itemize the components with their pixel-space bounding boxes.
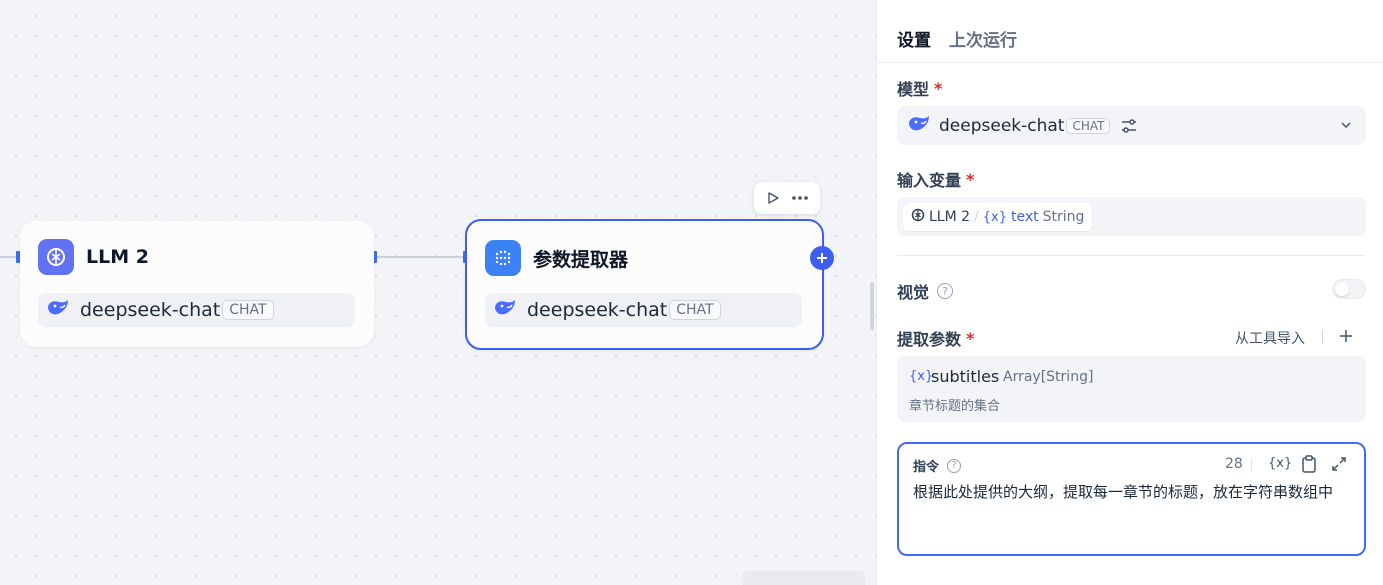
edge-llm-to-extractor[interactable] [376, 256, 466, 258]
tab-settings[interactable]: 设置 [897, 26, 931, 51]
variable-separator: / [974, 209, 979, 225]
model-name: deepseek-chat [80, 299, 221, 321]
plus-icon [817, 253, 827, 263]
toolbar-divider [1251, 458, 1252, 472]
instruction-label: 指令 ? [913, 456, 962, 475]
vision-toggle[interactable] [1332, 279, 1366, 299]
variable-icon: {x} [982, 209, 1008, 225]
help-icon[interactable]: ? [937, 283, 954, 299]
input-variable-label-text: 输入变量 [897, 171, 962, 190]
instruction-editor[interactable]: 指令 ? 28 {x} 根据此处提供的大纲，提取每一章节的标题，放在字符串数组中 [897, 442, 1366, 556]
llm-node[interactable]: LLM 2 deepseek-chat CHAT [20, 221, 374, 347]
node-model: deepseek-chat CHAT [485, 293, 802, 327]
add-next-node-button[interactable] [810, 246, 834, 270]
variable-icon: {x} [909, 369, 934, 384]
instruction-label-text: 指令 [913, 460, 940, 475]
clipboard-icon[interactable] [1301, 455, 1317, 473]
play-icon[interactable] [766, 191, 780, 205]
input-variable-select[interactable]: LLM 2 / {x} text String [897, 197, 1366, 236]
node-settings-panel: 设置 上次运行 模型 * deepseek-chat CHAT 输入变量 * LLM… [876, 0, 1383, 585]
vision-label-text: 视觉 [897, 283, 930, 302]
model-select[interactable]: deepseek-chat CHAT [897, 106, 1366, 145]
model-label-text: 模型 [897, 80, 930, 99]
chevron-down-icon[interactable] [1340, 119, 1352, 131]
tabs-divider [877, 62, 1383, 63]
extract-params-label-text: 提取参数 [897, 330, 962, 349]
mode-badge: CHAT [1066, 117, 1111, 134]
workflow-canvas[interactable]: LLM 2 deepseek-chat CHAT 参数提取器 deepseek-… [0, 0, 876, 585]
input-variable-label: 输入变量 * [897, 167, 974, 191]
node-model: deepseek-chat CHAT [38, 293, 355, 327]
minimap[interactable] [743, 571, 865, 585]
variable-node-name: LLM 2 [929, 209, 971, 225]
param-name: subtitles [931, 367, 1000, 386]
required-mark: * [966, 328, 975, 348]
deepseek-icon [907, 114, 931, 138]
char-count: 28 [1225, 456, 1243, 472]
panel-resize-handle[interactable] [870, 282, 874, 330]
import-from-tool-button[interactable]: 从工具导入 [1235, 328, 1305, 348]
instruction-text[interactable]: 根据此处提供的大纲，提取每一章节的标题，放在字符串数组中 [913, 480, 1343, 505]
expand-icon[interactable] [1331, 456, 1347, 472]
model-select-value: deepseek-chat [939, 115, 1065, 136]
section-divider [897, 255, 1366, 256]
param-type: Array[String] [1003, 369, 1094, 385]
required-mark: * [966, 169, 975, 189]
node-toolbar [754, 182, 820, 214]
tab-last-run[interactable]: 上次运行 [949, 26, 1017, 51]
llm-icon [38, 239, 74, 275]
required-mark: * [934, 78, 943, 98]
plus-icon [1340, 330, 1352, 342]
model-label: 模型 * [897, 76, 942, 100]
settings-sliders-icon[interactable] [1120, 118, 1138, 134]
param-item[interactable]: {x} subtitles Array[String] 章节标题的集合 [897, 356, 1366, 422]
params-divider [1322, 330, 1323, 344]
mode-badge: CHAT [669, 300, 721, 320]
llm-icon [911, 208, 925, 226]
extract-params-label: 提取参数 * [897, 326, 974, 350]
parameter-extractor-icon [485, 240, 521, 276]
variable-name: text [1011, 209, 1039, 225]
mode-badge: CHAT [222, 300, 274, 320]
param-description: 章节标题的集合 [909, 399, 1001, 414]
variable-chip[interactable]: LLM 2 / {x} text String [903, 203, 1093, 231]
node-title: LLM 2 [86, 246, 149, 268]
add-param-button[interactable] [1339, 329, 1353, 343]
deepseek-icon [493, 298, 517, 322]
parameter-extractor-node[interactable]: 参数提取器 deepseek-chat CHAT [465, 219, 824, 350]
variable-type: String [1042, 209, 1085, 225]
node-title: 参数提取器 [533, 248, 629, 271]
help-icon[interactable]: ? [947, 458, 962, 473]
insert-variable-button[interactable]: {x} [1268, 456, 1292, 471]
deepseek-icon [46, 298, 70, 322]
panel-tabs: 设置 上次运行 [897, 26, 1017, 51]
model-name: deepseek-chat [527, 299, 668, 321]
vision-label: 视觉 ? [897, 279, 954, 303]
more-icon[interactable] [791, 195, 809, 201]
